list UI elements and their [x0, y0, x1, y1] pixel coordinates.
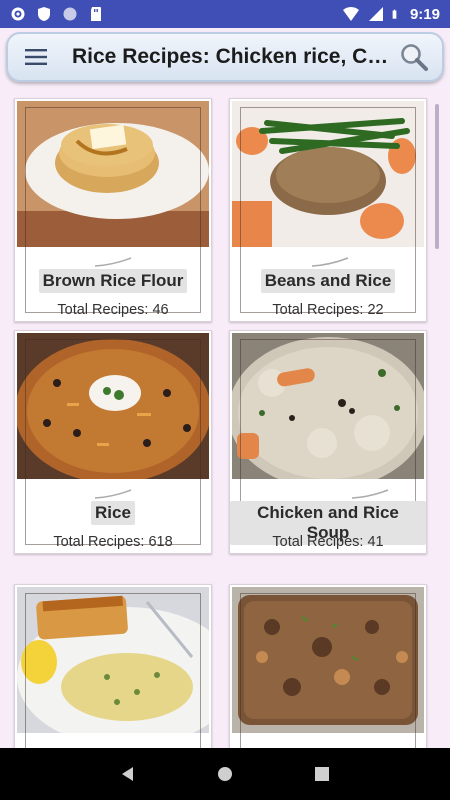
category-image: [232, 101, 424, 247]
category-card[interactable]: [14, 584, 212, 748]
category-title: Brown Rice Flour: [38, 269, 188, 293]
shield-icon: [38, 7, 50, 21]
category-title: Beans and Rice: [260, 269, 396, 293]
sd-card-icon: [91, 7, 101, 21]
circle-icon: [63, 7, 77, 21]
battery-icon: [392, 9, 397, 19]
back-button[interactable]: [113, 759, 143, 789]
recents-button[interactable]: [307, 759, 337, 789]
category-image: [17, 587, 209, 733]
category-grid: Brown Rice Flour Total Recipes: 46 Beans…: [0, 92, 450, 748]
swoosh-decoration: [94, 489, 132, 499]
recipe-count: Total Recipes: 618: [53, 534, 173, 550]
wifi-icon: [342, 6, 359, 22]
category-card[interactable]: [229, 584, 427, 748]
app-bar: Rice Recipes: Chicken rice, Chicken and …: [6, 32, 444, 82]
recents-square-icon: [314, 767, 329, 781]
category-image: [17, 333, 209, 479]
category-title: Rice: [91, 501, 135, 525]
scrollbar[interactable]: [435, 104, 439, 249]
navigation-bar: [0, 748, 450, 800]
status-time: 9:19: [409, 5, 440, 23]
page-title: Rice Recipes: Chicken rice, Chicken and …: [72, 45, 392, 68]
status-left-icons: [10, 6, 104, 22]
category-image: [17, 101, 209, 247]
status-bar: 9:19: [0, 0, 450, 28]
swoosh-decoration: [351, 489, 389, 499]
search-icon: [401, 44, 428, 71]
gear-icon: [11, 7, 25, 21]
search-button[interactable]: [392, 35, 436, 79]
hamburger-menu-icon: [25, 49, 47, 65]
status-right: 9:19: [342, 6, 440, 23]
category-card[interactable]: Brown Rice Flour Total Recipes: 46: [14, 98, 212, 322]
category-card[interactable]: Beans and Rice Total Recipes: 22: [229, 98, 427, 322]
back-triangle-icon: [122, 767, 134, 781]
home-circle-icon: [217, 767, 232, 781]
category-image: [232, 587, 424, 733]
category-card[interactable]: Rice Total Recipes: 618: [14, 330, 212, 554]
signal-icon: [368, 7, 383, 21]
category-image: [232, 333, 424, 479]
category-card[interactable]: Chicken and Rice Soup Total Recipes: 41: [229, 330, 427, 554]
recipe-count: Total Recipes: 46: [57, 302, 169, 318]
swoosh-decoration: [311, 257, 349, 267]
menu-button[interactable]: [14, 35, 58, 79]
swoosh-decoration: [94, 257, 132, 267]
home-button[interactable]: [210, 759, 240, 789]
recipe-count: Total Recipes: 41: [272, 534, 384, 550]
recipe-count: Total Recipes: 22: [272, 302, 384, 318]
